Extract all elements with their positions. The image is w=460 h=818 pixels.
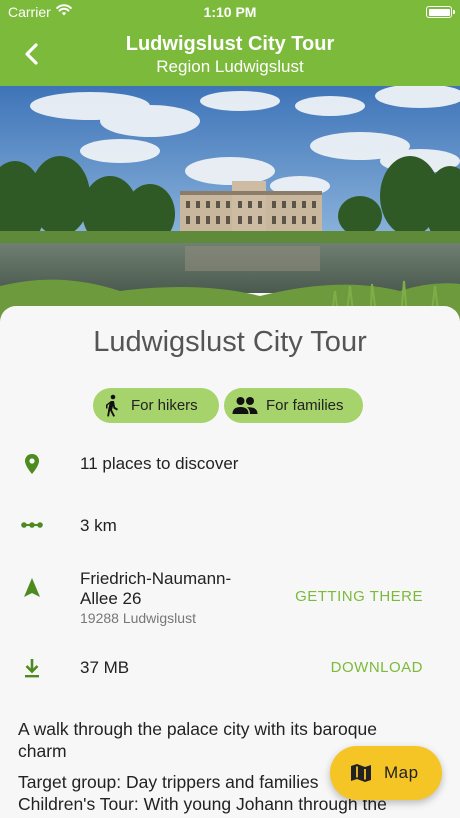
tag-chip-families-label: For families (266, 397, 344, 414)
description-line: Children's Tour: With young Johann throu… (18, 794, 387, 814)
address-street: Friedrich-Naumann- Allee 26 (80, 569, 231, 609)
tour-title: Ludwigslust City Tour (93, 326, 367, 358)
navigation-arrow-icon (24, 578, 40, 597)
download-size: 37 MB (80, 658, 130, 677)
nav-bar: Ludwigslust City Tour Region Ludwigslust (0, 24, 460, 86)
location-pin-icon (25, 454, 39, 474)
hiker-icon (106, 394, 118, 417)
battery-icon (426, 6, 455, 18)
tour-distance: 3 km (80, 516, 117, 535)
address-line1: Friedrich-Naumann- (80, 569, 232, 588)
address-line2: Allee 26 (80, 589, 142, 608)
description-line: charm (18, 741, 67, 761)
map-icon (351, 764, 371, 782)
places-count: 11 places to discover (80, 454, 239, 473)
getting-there-button[interactable]: GETTING THERE (295, 588, 423, 605)
tour-hero-image (0, 86, 460, 328)
status-bar: Carrier 1:10 PM (0, 0, 460, 24)
map-button-label: Map (384, 763, 419, 782)
nav-title: Ludwigslust City Tour (125, 33, 335, 55)
address-city: 19288 Ludwigslust (80, 610, 196, 626)
tag-chip-families[interactable]: For families (224, 388, 363, 423)
tag-chip-hikers[interactable]: For hikers (93, 388, 219, 423)
map-button[interactable]: Map (330, 746, 442, 800)
description-line: Target group: Day trippers and families (18, 772, 319, 792)
status-time: 1:10 PM (203, 4, 257, 20)
download-icon (25, 659, 39, 678)
description-line: A walk through the palace city with its … (18, 719, 377, 739)
nav-subtitle: Region Ludwigslust (156, 57, 304, 76)
tag-chip-hikers-label: For hikers (131, 397, 198, 414)
download-button[interactable]: DOWNLOAD (331, 659, 423, 676)
people-icon (232, 396, 258, 414)
route-distance-icon (21, 522, 43, 528)
